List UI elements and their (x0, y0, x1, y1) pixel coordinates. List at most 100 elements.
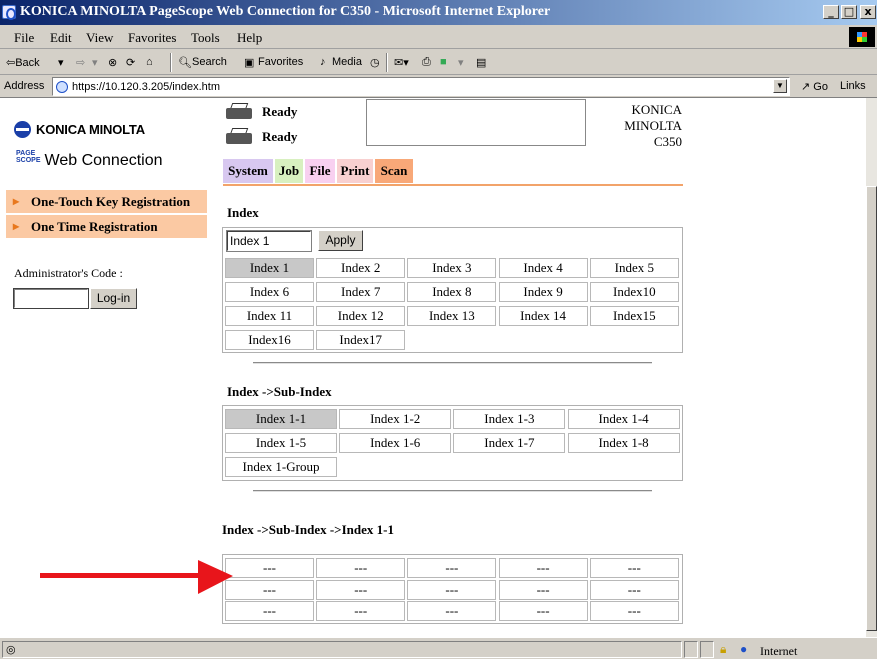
subindex-button[interactable]: Index 1-6 (339, 433, 452, 453)
print-icon[interactable]: ⎙ (422, 56, 431, 69)
subindex-button[interactable]: Index 1-4 (567, 409, 680, 429)
index-button[interactable]: Index 2 (316, 258, 406, 278)
links-button[interactable]: Links (840, 80, 866, 92)
back-dropdown-icon[interactable]: ▾ (58, 56, 64, 69)
address-dropdown-icon[interactable]: ▼ (773, 79, 787, 93)
close-button[interactable]: x (860, 5, 876, 19)
subindex-button[interactable]: Index 1-1 (225, 409, 337, 429)
back-button[interactable]: ⇦Back (6, 56, 40, 69)
entry-slot[interactable]: --- (589, 558, 679, 578)
entry-slot[interactable]: --- (498, 579, 588, 600)
index-button[interactable]: Index10 (589, 282, 679, 302)
discuss-icon[interactable]: ▤ (476, 56, 486, 69)
side-menu: One-Touch Key Registration One Time Regi… (6, 190, 207, 240)
menu-edit[interactable]: Edit (50, 30, 72, 46)
red-arrow-annotation (40, 560, 233, 594)
entry-slot[interactable]: --- (589, 601, 679, 621)
vertical-scrollbar[interactable] (866, 98, 877, 637)
badge-line-2: SCOPE (16, 157, 41, 164)
entry-slot[interactable]: --- (225, 558, 314, 578)
refresh-icon[interactable]: ⟳ (126, 56, 135, 69)
edit-icon[interactable]: ■ (440, 56, 447, 68)
mail-icon[interactable]: ✉▾ (394, 56, 409, 69)
minimize-button[interactable]: _ (823, 5, 839, 19)
subindex-button[interactable]: Index 1-Group (225, 457, 337, 477)
tab-job[interactable]: Job (275, 159, 303, 183)
status-panel (684, 641, 698, 658)
subindex-button[interactable]: Index 1-7 (453, 433, 566, 453)
go-icon: ↗ (801, 81, 811, 93)
scrollbar-thumb[interactable] (866, 186, 877, 631)
menu-view[interactable]: View (86, 30, 113, 46)
search-button[interactable]: Search (192, 56, 227, 68)
index-name-input[interactable]: Index 1 (226, 230, 312, 252)
entry-slot[interactable]: --- (498, 601, 588, 621)
lock-icon: 🔒︎ (720, 642, 727, 656)
index-button[interactable]: Index 11 (225, 306, 314, 326)
tab-print[interactable]: Print (337, 159, 373, 183)
window-title-bar[interactable]: KONICA MINOLTA PageScope Web Connection … (0, 0, 877, 25)
edit-dropdown-icon[interactable]: ▾ (458, 56, 464, 69)
index-button[interactable]: Index 9 (498, 282, 588, 302)
index-button[interactable]: Index 4 (498, 258, 588, 278)
entry-slot[interactable]: --- (316, 601, 406, 621)
media-button[interactable]: Media (332, 56, 362, 68)
security-zone: Internet (760, 644, 798, 658)
maximize-button[interactable]: □ (841, 5, 857, 19)
apply-button[interactable]: Apply (318, 230, 363, 251)
tab-scan[interactable]: Scan (375, 159, 413, 183)
pagescope-badge-icon: PAGE SCOPE (16, 150, 41, 164)
index-button[interactable]: Index 1 (225, 258, 314, 278)
stop-icon[interactable]: ⊗ (108, 56, 117, 69)
toolbar: ⇦Back ▾ ⇨ ▾ ⊗ ⟳ ⌂ 🔍︎ Search ▣ Favorites … (0, 50, 877, 75)
index-button[interactable]: Index 14 (498, 306, 588, 326)
menu-tools[interactable]: Tools (191, 30, 220, 46)
home-icon[interactable]: ⌂ (146, 56, 153, 68)
entry-slot[interactable]: --- (589, 579, 679, 600)
model-line: C350 (653, 134, 682, 149)
subindex-button[interactable]: Index 1-8 (567, 433, 680, 453)
index-button[interactable]: Index16 (225, 330, 314, 350)
index-button[interactable]: Index 5 (589, 258, 679, 278)
index-button[interactable]: Index 6 (225, 282, 314, 302)
window-title: KONICA MINOLTA PageScope Web Connection … (20, 4, 551, 19)
menu-help[interactable]: Help (237, 30, 262, 46)
menu-favorites[interactable]: Favorites (128, 30, 176, 46)
subindex-button[interactable]: Index 1-5 (225, 433, 337, 453)
index-button[interactable]: Index 3 (407, 258, 497, 278)
login-button[interactable]: Log-in (90, 288, 137, 309)
go-button[interactable]: ↗ Go (801, 80, 828, 93)
index-button[interactable]: Index17 (316, 330, 406, 350)
toolbar-separator (170, 53, 172, 72)
entry-slot[interactable]: --- (225, 579, 314, 600)
entry-slot[interactable]: --- (498, 558, 588, 578)
index-button[interactable]: Index15 (589, 306, 679, 326)
address-input[interactable]: https://10.120.3.205/index.htm (52, 77, 790, 96)
pagescope-web-connection-logo: PAGE SCOPE Web Connection (16, 150, 163, 170)
entry-slot[interactable]: --- (316, 558, 406, 578)
entry-slot[interactable]: --- (316, 579, 406, 600)
arrow-head (198, 560, 233, 594)
entry-slot[interactable]: --- (407, 558, 497, 578)
entry-slot[interactable]: --- (407, 579, 497, 600)
entry-slot[interactable]: --- (407, 601, 497, 621)
tab-file[interactable]: File (305, 159, 335, 183)
index-button[interactable]: Index 7 (316, 282, 406, 302)
index-button[interactable]: Index 12 (316, 306, 406, 326)
sidebar-item-one-time-registration[interactable]: One Time Registration (6, 215, 207, 240)
tab-system[interactable]: System (223, 159, 273, 183)
subindex-button[interactable]: Index 1-3 (453, 409, 566, 429)
administrator-code-input[interactable] (13, 288, 89, 309)
entry-slot[interactable]: --- (225, 601, 314, 621)
index-button[interactable]: Index 8 (407, 282, 497, 302)
favorites-button[interactable]: Favorites (258, 56, 303, 68)
forward-dropdown-icon[interactable]: ▾ (92, 56, 98, 69)
printer-icon (224, 103, 254, 121)
history-icon[interactable]: ◷ (370, 56, 380, 69)
forward-button[interactable]: ⇨ (76, 56, 85, 69)
address-label: Address (4, 80, 45, 92)
menu-file[interactable]: File (14, 30, 34, 46)
sidebar-item-one-touch-key-registration[interactable]: One-Touch Key Registration (6, 190, 207, 215)
subindex-button[interactable]: Index 1-2 (339, 409, 452, 429)
index-button[interactable]: Index 13 (407, 306, 497, 326)
